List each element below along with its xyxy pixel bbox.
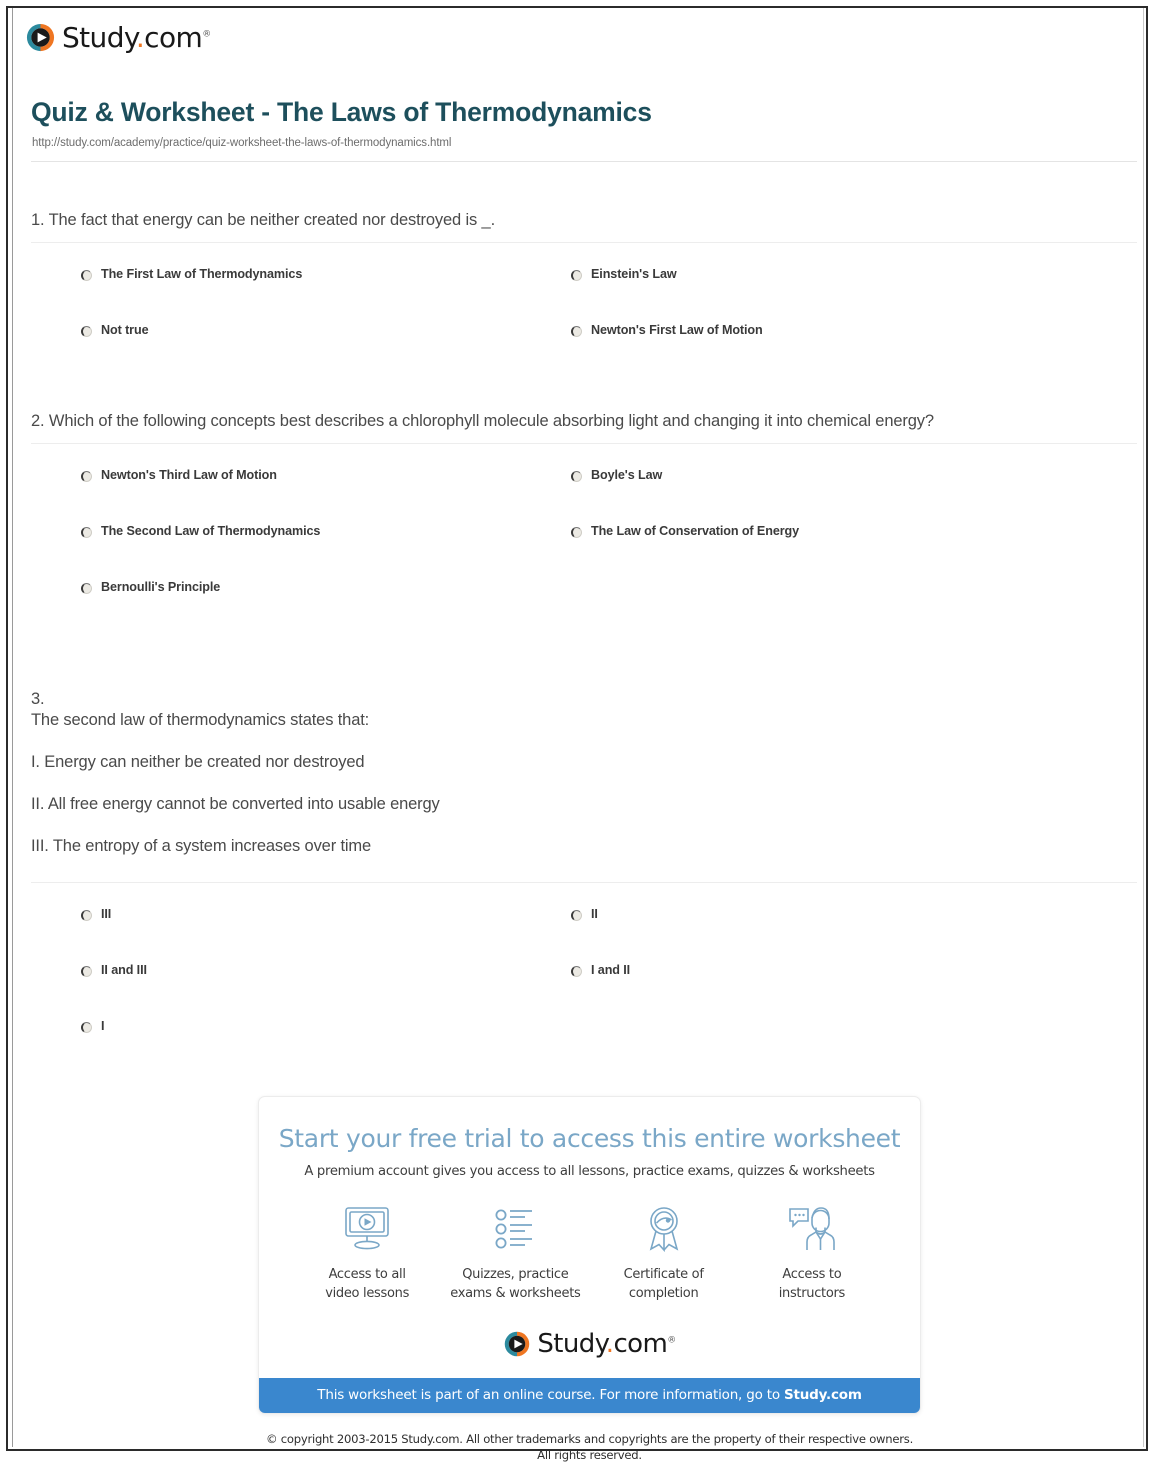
- radio-button-icon[interactable]: [571, 270, 582, 282]
- question-1-options: The First Law of Thermodynamics Not true…: [13, 243, 1143, 353]
- option-label: Einstein's Law: [591, 267, 677, 282]
- question-2: 2. Which of the following concepts best …: [13, 411, 1143, 614]
- question-1-text: 1. The fact that energy can be neither c…: [31, 211, 496, 229]
- radio-button-icon[interactable]: [81, 1021, 92, 1033]
- header-divider: [31, 161, 1137, 162]
- radio-button-icon[interactable]: [81, 326, 92, 338]
- radio-button-icon[interactable]: [81, 909, 92, 921]
- page-url: http://study.com/academy/practice/quiz-w…: [32, 137, 452, 149]
- question-3-option-1[interactable]: II: [571, 906, 598, 922]
- question-3-number: 3.: [31, 690, 45, 708]
- instructor-chat-icon: [738, 1201, 886, 1257]
- worksheet-sheet: Study.com® Quiz & Worksheet - The Laws o…: [13, 8, 1143, 1462]
- benefit-item-instructors: Access to instructors: [738, 1201, 886, 1304]
- radio-button-icon[interactable]: [81, 583, 92, 595]
- page-frame: Study.com® Quiz & Worksheet - The Laws o…: [6, 6, 1148, 1462]
- promo-card: Start your free trial to access this ent…: [258, 1096, 921, 1414]
- benefit-item-quizzes: Quizzes, practice exams & worksheets: [441, 1201, 589, 1304]
- benefit-label: Quizzes, practice exams & worksheets: [450, 1267, 581, 1301]
- question-3-option-2[interactable]: II and III: [81, 962, 147, 978]
- option-label: Not true: [101, 323, 149, 338]
- option-label: The First Law of Thermodynamics: [101, 267, 303, 282]
- question-3: 3. The second law of thermodynamics stat…: [13, 689, 1143, 1053]
- question-2-option-4[interactable]: Bernoulli's Principle: [81, 580, 221, 595]
- radio-button-icon[interactable]: [571, 527, 582, 539]
- award-ribbon-icon: [590, 1201, 738, 1257]
- option-label: Boyle's Law: [591, 468, 663, 483]
- question-2-options: Newton's Third Law of Motion The Second …: [13, 444, 1143, 614]
- radio-button-icon[interactable]: [81, 965, 92, 977]
- radio-button-icon[interactable]: [571, 471, 582, 483]
- question-3-option-0[interactable]: III: [81, 906, 112, 922]
- promo-footer-bar[interactable]: This worksheet is part of an online cour…: [259, 1377, 920, 1413]
- option-label: II and III: [101, 962, 147, 977]
- radio-button-icon[interactable]: [81, 527, 92, 539]
- option-label: III: [101, 906, 112, 921]
- study-play-logo-icon: [505, 1331, 530, 1356]
- promo-subheadline: A premium account gives you access to al…: [304, 1164, 875, 1179]
- question-3-option-4[interactable]: I: [81, 1018, 105, 1034]
- option-label: Bernoulli's Principle: [101, 580, 221, 595]
- promo-logo[interactable]: Study.com®: [259, 1330, 920, 1358]
- question-1-option-0[interactable]: The First Law of Thermodynamics: [81, 267, 303, 282]
- page-inner-border: Study.com® Quiz & Worksheet - The Laws o…: [12, 8, 1144, 1462]
- question-3-statement-ii: II. All free energy cannot be converted …: [31, 795, 440, 814]
- question-3-stem: The second law of thermodynamics states …: [31, 711, 370, 730]
- checklist-icon: [441, 1201, 589, 1257]
- benefit-label: Access to instructors: [778, 1267, 846, 1301]
- radio-button-icon[interactable]: [81, 270, 92, 282]
- question-1-option-3[interactable]: Newton's First Law of Motion: [571, 323, 763, 338]
- radio-button-icon[interactable]: [571, 326, 582, 338]
- promo-benefits-list: Access to all video lessons Quizzes, pra…: [259, 1201, 920, 1304]
- option-label: I and II: [591, 962, 631, 977]
- option-label: Newton's Third Law of Motion: [101, 468, 277, 483]
- radio-button-icon[interactable]: [571, 909, 582, 921]
- promo-headline: Start your free trial to access this ent…: [278, 1124, 901, 1153]
- radio-button-icon[interactable]: [571, 965, 582, 977]
- benefit-item-certificate: Certificate of completion: [590, 1201, 738, 1304]
- question-1: 1. The fact that energy can be neither c…: [13, 210, 1143, 353]
- benefit-label: Certificate of completion: [623, 1267, 704, 1301]
- option-label: II: [591, 906, 598, 921]
- video-monitor-icon: [293, 1201, 441, 1257]
- question-2-option-1[interactable]: Boyle's Law: [571, 468, 663, 483]
- question-2-text: 2. Which of the following concepts best …: [31, 412, 934, 430]
- study-play-logo-icon: [26, 23, 55, 52]
- question-2-option-0[interactable]: Newton's Third Law of Motion: [81, 468, 277, 483]
- question-1-option-2[interactable]: Not true: [81, 323, 149, 338]
- question-3-statement-i: I. Energy can neither be created nor des…: [31, 753, 365, 772]
- benefit-label: Access to all video lessons: [325, 1267, 410, 1301]
- question-1-option-1[interactable]: Einstein's Law: [571, 267, 677, 282]
- copyright-notice: © copyright 2003-2015 Study.com. All oth…: [258, 1431, 921, 1464]
- question-2-option-2[interactable]: The Second Law of Thermodynamics: [81, 524, 321, 539]
- free-trial-promo: Start your free trial to access this ent…: [258, 1096, 921, 1464]
- option-label: I: [101, 1018, 105, 1033]
- copyright-line-1: © copyright 2003-2015 Study.com. All oth…: [265, 1431, 914, 1446]
- option-label: The Law of Conservation of Energy: [591, 524, 800, 539]
- question-2-option-3[interactable]: The Law of Conservation of Energy: [571, 524, 800, 539]
- question-3-option-3[interactable]: I and II: [571, 962, 631, 978]
- promo-bar-text: This worksheet is part of an online cour…: [317, 1386, 784, 1403]
- benefit-item-video-lessons: Access to all video lessons: [293, 1201, 441, 1304]
- promo-logo-wordmark: Study.com®: [537, 1328, 676, 1359]
- copyright-line-2: All rights reserved.: [537, 1448, 642, 1463]
- radio-button-icon[interactable]: [81, 471, 92, 483]
- promo-bar-link[interactable]: Study.com: [784, 1387, 862, 1403]
- logo-wordmark: Study.com®: [62, 20, 211, 54]
- question-3-options: III II and III I II I and II: [13, 883, 1143, 1053]
- site-logo[interactable]: Study.com®: [25, 22, 211, 53]
- question-3-statement-iii: III. The entropy of a system increases o…: [31, 837, 372, 856]
- option-label: The Second Law of Thermodynamics: [101, 524, 321, 539]
- option-label: Newton's First Law of Motion: [591, 323, 763, 338]
- page-title: Quiz & Worksheet - The Laws of Thermodyn…: [31, 97, 652, 127]
